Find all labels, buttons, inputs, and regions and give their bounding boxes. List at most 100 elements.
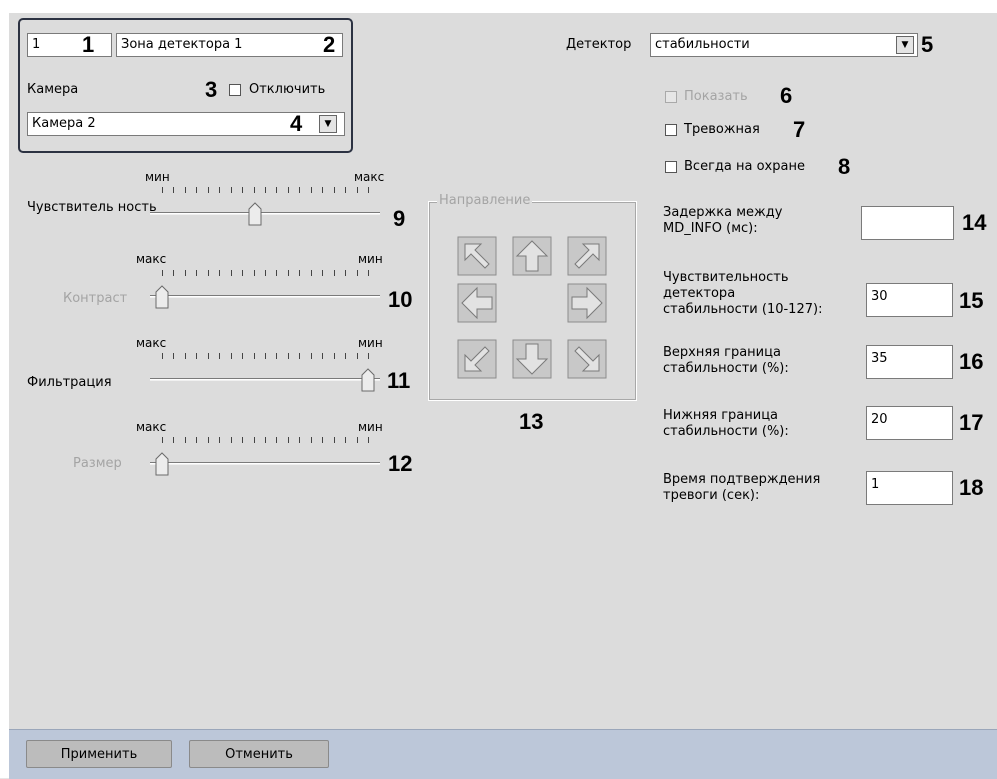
- slider-tick: [207, 437, 209, 443]
- slider-tick: [333, 437, 335, 443]
- callout-1: 1: [82, 32, 95, 57]
- slider-tick: [276, 353, 278, 359]
- slider-tick: [345, 437, 347, 443]
- sensitivity-slider[interactable]: [150, 187, 380, 231]
- slider-thumb[interactable]: [155, 452, 169, 476]
- slider-tick: [196, 437, 198, 443]
- arrow-left-icon[interactable]: [457, 283, 497, 323]
- slider-tick: [265, 270, 266, 276]
- arrow-down-right-icon[interactable]: [567, 339, 607, 379]
- slider-tick: [368, 187, 369, 193]
- slider-tick: [345, 353, 347, 359]
- size-max-caption: макс: [136, 420, 167, 434]
- delay-label-line1: Задержка между: [663, 205, 783, 220]
- arrow-up-right-icon[interactable]: [567, 236, 607, 276]
- slider-tick: [173, 187, 175, 193]
- slider-tick: [299, 187, 301, 193]
- slider-tick: [368, 270, 369, 276]
- slider-tick: [287, 353, 289, 359]
- slider-tick: [287, 437, 289, 443]
- slider-tick: [333, 270, 335, 276]
- upper-input[interactable]: 35: [866, 345, 953, 379]
- callout-13: 13: [519, 409, 544, 434]
- sens-input[interactable]: 30: [866, 283, 953, 317]
- slider-tick: [287, 270, 289, 276]
- detector-dropdown-button[interactable]: ▼: [896, 36, 914, 54]
- slider-track: [150, 295, 380, 298]
- slider-tick: [345, 270, 347, 276]
- slider-tick: [276, 437, 278, 443]
- delay-input[interactable]: [861, 206, 954, 240]
- alarm-checkbox[interactable]: [665, 124, 677, 136]
- detector-label: Детектор: [566, 37, 632, 52]
- zone-number-field[interactable]: 1: [27, 33, 112, 57]
- cancel-button[interactable]: Отменить: [189, 740, 329, 768]
- slider-tick: [276, 270, 278, 276]
- disable-checkbox[interactable]: [229, 84, 241, 96]
- slider-tick: [219, 187, 221, 193]
- camera-dropdown-button[interactable]: ▼: [319, 115, 337, 133]
- slider-tick: [322, 270, 324, 276]
- filtration-slider[interactable]: [150, 353, 380, 397]
- slider-thumb[interactable]: [155, 285, 169, 309]
- slider-tick: [333, 187, 335, 193]
- lower-label-line2: стабильности (%):: [663, 424, 789, 439]
- slider-tick: [162, 270, 163, 276]
- show-label: Показать: [684, 89, 748, 104]
- filtration-max-caption: макс: [136, 336, 167, 350]
- callout-16: 16: [959, 349, 984, 374]
- slider-tick: [310, 270, 312, 276]
- slider-tick: [322, 437, 324, 443]
- apply-button[interactable]: Применить: [26, 740, 172, 768]
- zone-name-field[interactable]: Зона детектора 1: [116, 33, 343, 57]
- slider-tick: [242, 353, 244, 359]
- lower-input[interactable]: 20: [866, 406, 953, 440]
- slider-track: [150, 212, 380, 215]
- slider-tick: [345, 187, 347, 193]
- sens-label-line2: детектора: [663, 286, 736, 301]
- arrow-up-left-icon[interactable]: [457, 236, 497, 276]
- slider-tick: [242, 187, 244, 193]
- top-margin: [0, 0, 997, 13]
- slider-tick: [310, 187, 312, 193]
- slider-thumb[interactable]: [361, 368, 375, 392]
- show-checkbox[interactable]: [665, 91, 677, 103]
- always-armed-checkbox[interactable]: [665, 161, 677, 173]
- slider-tick: [356, 270, 358, 276]
- slider-track: [150, 378, 380, 381]
- confirm-label-line1: Время подтверждения: [663, 472, 821, 487]
- slider-tick: [242, 270, 244, 276]
- slider-tick: [196, 187, 198, 193]
- detector-select-value: стабильности: [655, 37, 750, 52]
- slider-tick: [173, 270, 175, 276]
- sensitivity-min-caption: мин: [145, 170, 170, 184]
- contrast-min-caption: мин: [358, 252, 383, 266]
- always-armed-label: Всегда на охране: [684, 159, 805, 174]
- callout-5: 5: [921, 32, 934, 57]
- slider-thumb[interactable]: [248, 202, 262, 226]
- callout-15: 15: [959, 288, 984, 313]
- slider-tick: [310, 437, 312, 443]
- contrast-slider[interactable]: [150, 270, 380, 314]
- confirm-input[interactable]: 1: [866, 471, 953, 505]
- lower-value: 20: [871, 412, 888, 427]
- slider-tick: [356, 353, 358, 359]
- callout-14: 14: [962, 210, 987, 235]
- detector-select[interactable]: стабильности: [650, 33, 918, 57]
- arrow-right-icon[interactable]: [567, 283, 607, 323]
- slider-tick: [219, 437, 221, 443]
- slider-tick: [173, 353, 175, 359]
- chevron-down-icon: ▼: [901, 40, 909, 50]
- slider-tick: [287, 187, 289, 193]
- arrow-up-icon[interactable]: [512, 236, 552, 276]
- slider-tick: [265, 187, 266, 193]
- size-slider[interactable]: [150, 437, 380, 481]
- filtration-label: Фильтрация: [27, 375, 112, 390]
- slider-track: [150, 462, 380, 465]
- slider-tick: [322, 187, 324, 193]
- arrow-down-icon[interactable]: [512, 339, 552, 379]
- slider-tick: [219, 270, 221, 276]
- slider-tick: [207, 270, 209, 276]
- slider-tick: [184, 187, 186, 193]
- arrow-down-left-icon[interactable]: [457, 339, 497, 379]
